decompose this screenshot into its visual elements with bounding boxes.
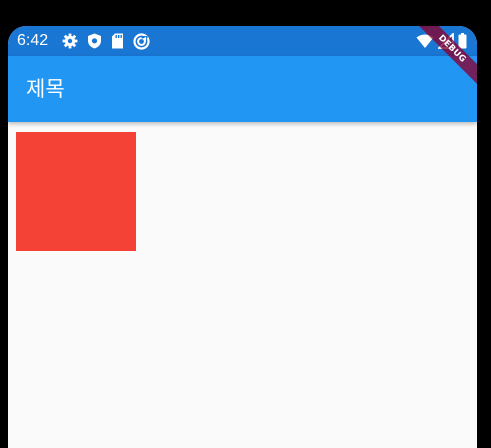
shield-icon [87,33,102,49]
red-box [16,132,136,251]
settings-icon [62,33,78,49]
sd-card-icon [111,33,124,49]
status-left-icons [62,32,150,50]
page-title: 제목 [26,77,65,101]
status-bar: 6:42 [8,26,477,56]
app-bar: 제목 [8,56,477,122]
status-time: 6:42 [17,32,49,49]
sync-circle-icon [133,32,150,50]
phone-screen: 6:42 제목 DEBUG [8,26,477,448]
